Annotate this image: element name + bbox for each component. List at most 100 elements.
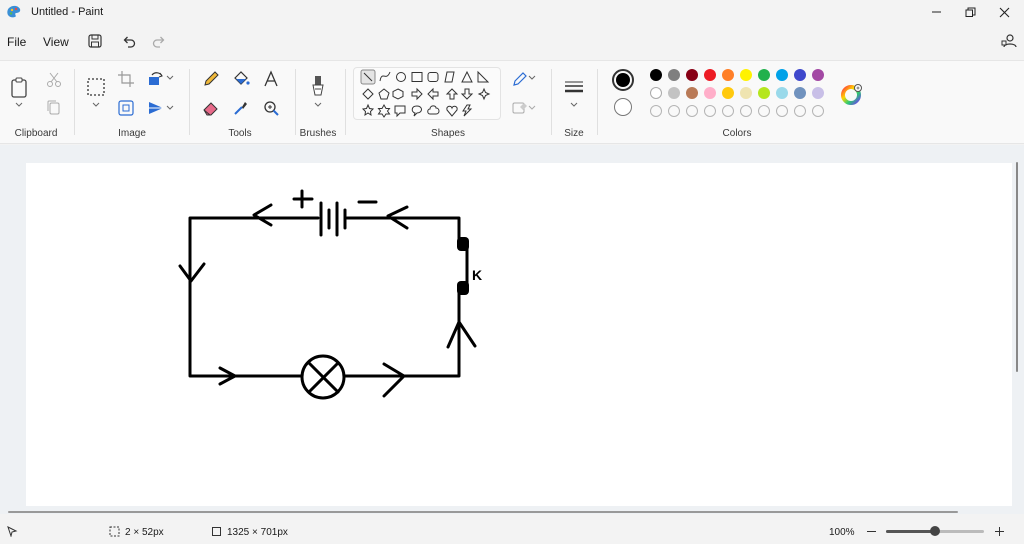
rotate-chevron-down-icon[interactable] xyxy=(166,74,174,82)
redo-icon[interactable] xyxy=(151,33,167,49)
group-separator xyxy=(551,69,552,135)
five-point-star-shape-icon xyxy=(361,103,375,117)
color-swatch[interactable] xyxy=(722,87,734,99)
pencil-icon[interactable] xyxy=(202,70,220,88)
account-settings-icon[interactable] xyxy=(1001,33,1017,49)
color-swatch[interactable] xyxy=(722,69,734,81)
group-separator xyxy=(345,69,346,135)
primary-color-button[interactable] xyxy=(612,69,634,91)
wire-top-right xyxy=(345,216,461,243)
rect-callout-shape-icon xyxy=(394,105,406,118)
color-swatch[interactable] xyxy=(794,69,806,81)
edit-colors-icon[interactable] xyxy=(841,83,863,105)
eraser-icon[interactable] xyxy=(202,99,220,117)
empty-color-swatch[interactable] xyxy=(794,105,806,117)
empty-color-swatch[interactable] xyxy=(740,105,752,117)
undo-icon[interactable] xyxy=(121,33,137,49)
rounded-rectangle-shape-icon xyxy=(427,72,439,82)
paste-icon[interactable] xyxy=(10,77,28,99)
minimize-icon xyxy=(932,11,941,13)
horizontal-scrollbar[interactable] xyxy=(8,511,958,513)
size-chevron-down-icon[interactable] xyxy=(569,101,579,109)
group-separator xyxy=(597,69,598,135)
arrow-top-left xyxy=(252,203,273,227)
color-picker-icon[interactable] xyxy=(232,99,250,117)
cut-icon[interactable] xyxy=(45,71,63,89)
save-icon[interactable] xyxy=(87,33,103,49)
outline-chevron-down-icon[interactable] xyxy=(528,74,536,82)
color-swatch[interactable] xyxy=(776,87,788,99)
heart-shape-icon xyxy=(446,105,458,117)
empty-color-swatch[interactable] xyxy=(650,105,662,117)
zoom-in-icon[interactable] xyxy=(994,526,1005,537)
empty-color-swatch[interactable] xyxy=(776,105,788,117)
color-swatch[interactable] xyxy=(668,87,680,99)
select-chevron-down-icon[interactable] xyxy=(91,101,101,109)
menu-view[interactable]: View xyxy=(43,35,69,49)
color-swatch[interactable] xyxy=(794,87,806,99)
select-icon[interactable] xyxy=(86,77,106,97)
color-swatch[interactable] xyxy=(686,87,698,99)
color-swatch[interactable] xyxy=(812,87,824,99)
color-swatch[interactable] xyxy=(812,69,824,81)
zoom-slider[interactable] xyxy=(886,526,984,536)
empty-color-swatch[interactable] xyxy=(758,105,770,117)
color-swatch[interactable] xyxy=(740,87,752,99)
window-title: Untitled - Paint xyxy=(31,6,104,18)
paste-chevron-down-icon[interactable] xyxy=(14,101,24,109)
color-swatch[interactable] xyxy=(686,69,698,81)
status-bar: 2 × 52px 1325 × 701px 100% xyxy=(0,518,1024,544)
vertical-scrollbar[interactable] xyxy=(1016,162,1018,372)
copy-icon[interactable] xyxy=(45,99,63,117)
size-icon[interactable] xyxy=(564,79,584,95)
color-swatch[interactable] xyxy=(704,87,716,99)
color-swatch[interactable] xyxy=(650,87,662,99)
color-swatch[interactable] xyxy=(758,87,770,99)
minimize-button[interactable] xyxy=(919,0,953,24)
restore-button[interactable] xyxy=(953,0,987,24)
text-icon[interactable] xyxy=(262,70,280,88)
group-separator xyxy=(189,69,190,135)
brushes-chevron-down-icon[interactable] xyxy=(313,101,323,109)
restore-icon xyxy=(965,7,976,17)
color-swatch[interactable] xyxy=(740,69,752,81)
magnifier-icon[interactable] xyxy=(262,99,280,117)
pointer-icon xyxy=(7,526,18,537)
outline-icon[interactable] xyxy=(511,70,529,88)
selection-size-text: 2 × 52px xyxy=(125,527,164,538)
color-swatch[interactable] xyxy=(650,69,662,81)
color-swatch[interactable] xyxy=(776,69,788,81)
empty-color-swatch[interactable] xyxy=(704,105,716,117)
drawing-canvas[interactable]: K xyxy=(26,163,1012,506)
fill-shape-icon[interactable] xyxy=(511,99,529,117)
secondary-color-button[interactable] xyxy=(614,98,632,116)
menu-file[interactable]: File xyxy=(7,35,26,49)
arrow-left-down xyxy=(178,262,206,283)
empty-color-swatch[interactable] xyxy=(722,105,734,117)
flip-icon[interactable] xyxy=(147,99,165,117)
resize-icon[interactable] xyxy=(117,99,135,117)
rectangle-shape-icon xyxy=(411,72,423,82)
down-arrow-shape-icon xyxy=(460,88,474,100)
empty-color-swatch[interactable] xyxy=(686,105,698,117)
selection-size-icon xyxy=(109,526,120,537)
fill-shape-chevron-down-icon[interactable] xyxy=(528,104,536,112)
zoom-slider-thumb[interactable] xyxy=(930,526,940,536)
close-button[interactable] xyxy=(987,0,1021,24)
color-swatch[interactable] xyxy=(704,69,716,81)
group-label-size: Size xyxy=(564,128,584,139)
zoom-out-icon[interactable] xyxy=(866,527,877,536)
rotate-icon[interactable] xyxy=(147,70,165,88)
flip-chevron-down-icon[interactable] xyxy=(166,104,174,112)
group-label-clipboard: Clipboard xyxy=(14,128,58,139)
crop-icon[interactable] xyxy=(117,70,135,88)
color-swatch[interactable] xyxy=(668,69,680,81)
fill-icon[interactable] xyxy=(232,70,250,88)
empty-color-swatch[interactable] xyxy=(668,105,680,117)
brush-icon[interactable] xyxy=(309,75,327,97)
diamond-shape-icon xyxy=(362,88,374,100)
wire-top-left xyxy=(188,216,320,378)
empty-color-swatch[interactable] xyxy=(812,105,824,117)
up-arrow-shape-icon xyxy=(445,88,459,100)
color-swatch[interactable] xyxy=(758,69,770,81)
